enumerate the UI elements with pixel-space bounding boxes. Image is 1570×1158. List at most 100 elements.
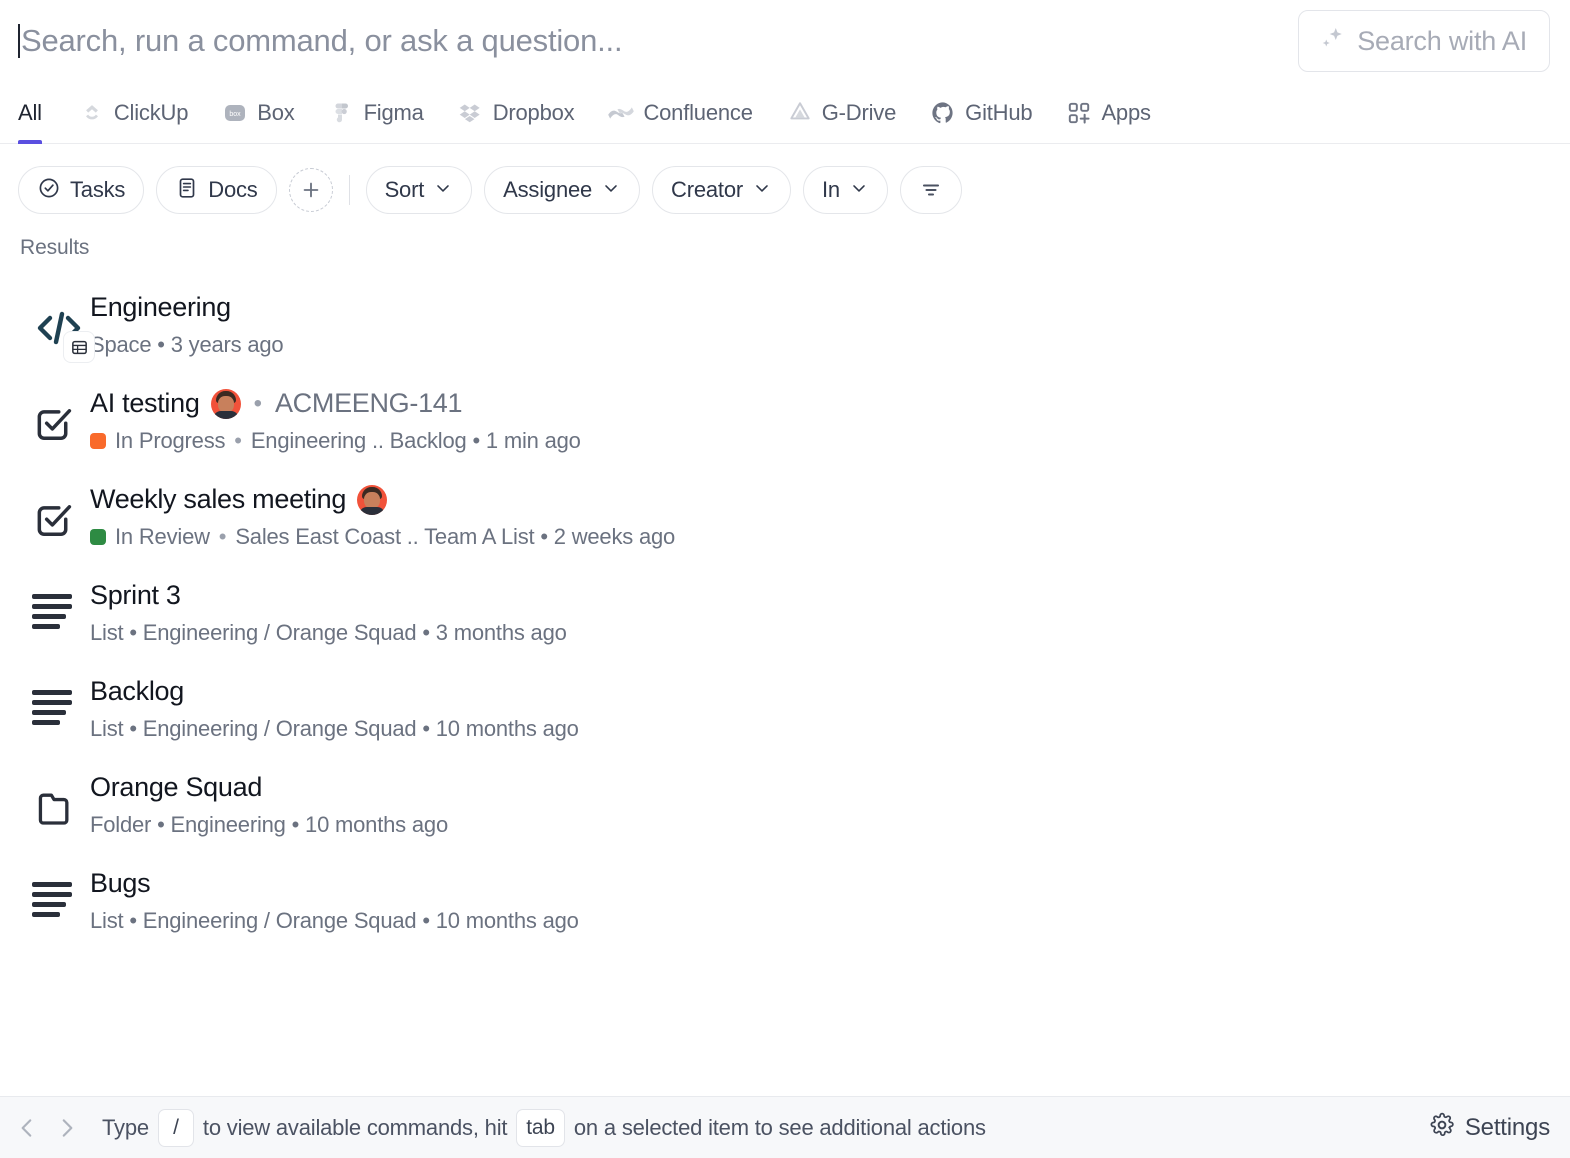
result-meta: List • Engineering / Orange Squad • 10 m… (90, 716, 579, 741)
footer-hint-part2: to view available commands, hit (202, 1114, 508, 1140)
tab-dropbox[interactable]: Dropbox (441, 82, 592, 143)
filter-assignee-label: Assignee (503, 177, 593, 202)
confluence-icon (608, 100, 635, 126)
result-row[interactable]: Sprint 3 List • Engineering / Orange Squ… (0, 564, 1570, 660)
tab-dropbox-label: Dropbox (492, 99, 575, 125)
github-icon (930, 100, 956, 126)
result-meta: List • Engineering / Orange Squad • 10 m… (90, 908, 579, 933)
filter-docs[interactable]: Docs (156, 166, 277, 214)
filter-in-label: In (822, 177, 840, 202)
tab-gdrive[interactable]: G-Drive (770, 82, 913, 143)
result-row[interactable]: Orange Squad Folder • Engineering • 10 m… (0, 756, 1570, 852)
result-meta: Engineering .. Backlog • 1 min ago (250, 428, 581, 453)
filter-sort-label: Sort (384, 177, 425, 202)
space-code-icon (20, 290, 94, 362)
avatar (210, 388, 241, 419)
filter-divider (348, 175, 350, 205)
result-body: Orange Squad Folder • Engineering • 10 m… (90, 770, 1550, 838)
result-meta: Space • 3 years ago (90, 332, 284, 357)
tab-box[interactable]: box Box (205, 82, 311, 143)
result-title: Engineering (90, 292, 231, 322)
filter-creator-label: Creator (671, 177, 744, 202)
add-filter-button[interactable] (288, 168, 333, 212)
chevron-left-icon[interactable] (14, 1115, 40, 1141)
separator-dot: • (218, 524, 227, 549)
clickup-icon (79, 100, 105, 126)
result-meta: Sales East Coast .. Team A List • 2 week… (235, 524, 676, 549)
plus-icon (303, 182, 318, 198)
tab-apps-label: Apps (1101, 99, 1151, 125)
search-input[interactable]: Search, run a command, or ask a question… (18, 11, 1298, 71)
filter-bar: Tasks Docs Sort Assignee Creator In (0, 144, 1570, 232)
result-task-id: ACMEENG-141 (274, 388, 463, 418)
tab-gdrive-label: G-Drive (821, 99, 897, 125)
tab-apps[interactable]: Apps (1049, 82, 1167, 143)
result-body: Backlog List • Engineering / Orange Squa… (90, 674, 1550, 742)
footer-hint: Type / to view available commands, hit t… (102, 1108, 1413, 1147)
sparkle-icon (1317, 24, 1347, 59)
gear-icon (1429, 1112, 1455, 1143)
result-meta: List • Engineering / Orange Squad • 3 mo… (90, 620, 567, 645)
gdrive-icon (787, 100, 813, 126)
tab-all-label: All (18, 99, 42, 125)
list-icon (20, 674, 90, 725)
result-title: Orange Squad (90, 772, 263, 802)
results-section-label: Results (20, 236, 90, 259)
result-row[interactable]: Bugs List • Engineering / Orange Squad •… (0, 852, 1570, 948)
tab-figma[interactable]: Figma (312, 82, 441, 143)
filter-lines-icon (922, 184, 940, 196)
result-title: Sprint 3 (90, 580, 181, 610)
task-circle-check-icon (37, 176, 61, 205)
status-badge (90, 433, 106, 449)
filter-assignee[interactable]: Assignee (484, 166, 641, 214)
filter-creator[interactable]: Creator (652, 166, 792, 214)
list-icon (20, 866, 90, 917)
filter-in[interactable]: In (803, 166, 888, 214)
search-with-ai-button[interactable]: Search with AI (1298, 10, 1550, 72)
result-body: Sprint 3 List • Engineering / Orange Squ… (90, 578, 1550, 646)
result-row[interactable]: Backlog List • Engineering / Orange Squa… (0, 660, 1570, 756)
result-body: Weekly sales meeting In Review • Sales E… (90, 482, 1550, 550)
result-meta: Folder • Engineering • 10 months ago (90, 812, 448, 837)
tab-box-label: Box (257, 99, 295, 125)
chevron-down-icon (601, 178, 621, 203)
result-title: Backlog (90, 676, 184, 706)
separator-dot: • (253, 389, 262, 417)
doc-icon (175, 176, 199, 205)
more-filters-button[interactable] (899, 166, 962, 214)
filter-sort[interactable]: Sort (365, 166, 473, 214)
status-badge (90, 529, 106, 545)
settings-button[interactable]: Settings (1413, 1112, 1550, 1143)
tab-clickup[interactable]: ClickUp (62, 82, 205, 143)
filter-docs-label: Docs (208, 177, 258, 202)
table-badge-icon (64, 332, 94, 362)
search-with-ai-label: Search with AI (1357, 25, 1527, 56)
footer-hint-part1: Type (102, 1114, 149, 1140)
tab-confluence[interactable]: Confluence (591, 82, 769, 143)
task-check-icon (20, 386, 90, 446)
folder-icon (20, 770, 90, 830)
result-body: Bugs List • Engineering / Orange Squad •… (90, 866, 1550, 934)
tab-confluence-label: Confluence (643, 99, 753, 125)
dropbox-icon (458, 100, 484, 126)
tab-all[interactable]: All (18, 82, 62, 144)
result-title: Bugs (90, 868, 151, 898)
search-header: Search, run a command, or ask a question… (0, 0, 1570, 82)
chevron-right-icon[interactable] (54, 1115, 80, 1141)
kbd-slash: / (157, 1108, 194, 1147)
footer-bar: Type / to view available commands, hit t… (0, 1096, 1570, 1158)
task-check-icon (20, 482, 90, 542)
result-row[interactable]: Weekly sales meeting In Review • Sales E… (0, 468, 1570, 564)
kbd-tab: tab (516, 1108, 565, 1147)
results-area: Results Engineering Space • 3 years ago … (0, 232, 1570, 1096)
result-row[interactable]: Engineering Space • 3 years ago (0, 276, 1570, 372)
result-status-label: In Progress (115, 428, 226, 453)
list-icon (20, 578, 90, 629)
apps-icon (1066, 100, 1092, 126)
result-row[interactable]: AI testing • ACMEENG-141 In Progress • E… (0, 372, 1570, 468)
tab-github[interactable]: GitHub (913, 82, 1049, 143)
filter-tasks[interactable]: Tasks (18, 166, 145, 214)
tab-figma-label: Figma (363, 99, 424, 125)
text-caret (18, 24, 20, 58)
chevron-down-icon (849, 178, 869, 203)
